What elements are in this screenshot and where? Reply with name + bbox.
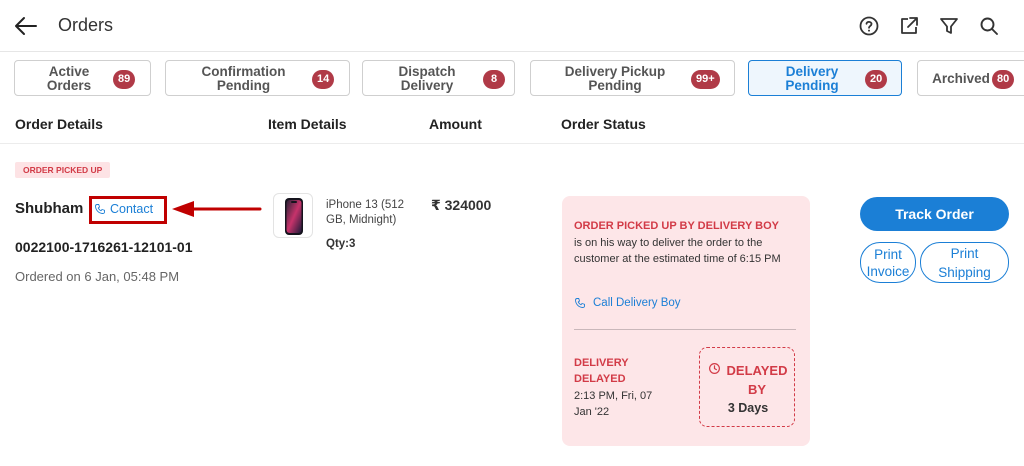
product-image [273,193,313,238]
help-icon[interactable] [857,14,881,38]
tab-label: Delivery Pending [785,64,839,93]
tab-label: Delivery Pickup Pending [564,64,666,93]
order-status-card: ORDER PICKED UP BY DELIVERY BOY is on hi… [562,196,810,446]
count-badge: 20 [865,70,888,89]
tab-label: Archived [932,71,990,86]
order-status-tabs: Active Orders 89 Confirmation Pending 14… [0,60,1024,98]
card-divider [574,329,796,330]
count-badge: 80 [992,70,1015,89]
tab-label: Active Orders [46,64,92,93]
product-quantity: Qty:3 [326,238,356,250]
track-order-button[interactable]: Track Order [860,197,1009,231]
tab-archived[interactable]: Archived 80 [917,60,1024,96]
header-divider [0,143,1024,144]
tab-confirmation-pending[interactable]: Confirmation Pending 14 [165,60,350,96]
delivery-delayed-time: 2:13 PM, Fri, 07 Jan '22 [574,390,653,418]
back-arrow-icon[interactable] [12,12,40,40]
app-header: Orders [0,0,1024,52]
delayed-by-value: 3 Days [727,401,769,415]
status-message: is on his way to deliver the order to th… [574,237,781,265]
order-id: 0022100-1716261-12101-01 [15,239,193,255]
contact-label: Contact [110,202,154,216]
tab-delivery-pickup-pending[interactable]: Delivery Pickup Pending 99+ [530,60,735,96]
call-label: Call Delivery Boy [593,297,681,309]
search-icon[interactable] [977,14,1001,38]
count-badge: 89 [113,70,136,89]
tab-dispatch-delivery[interactable]: Dispatch Delivery 8 [362,60,515,96]
order-amount: ₹ 324000 [431,197,492,213]
order-status-tag: ORDER PICKED UP [15,162,111,178]
call-delivery-boy-link[interactable]: Call Delivery Boy [574,297,681,309]
customer-name: Shubham [15,200,84,217]
tab-delivery-pending[interactable]: Delivery Pending 20 [748,60,902,96]
column-header-order-status: Order Status [561,116,646,132]
tab-label: Dispatch Delivery [398,64,456,93]
column-header-item-details: Item Details [268,116,347,132]
annotation-arrow-icon [172,201,262,217]
page-title: Orders [58,15,114,35]
filter-icon[interactable] [937,14,961,38]
delivery-delayed-title: DELIVERY DELAYED [574,357,629,385]
tab-label: Confirmation Pending [201,64,286,93]
phone-icon [95,204,105,214]
delayed-by-box: DELAYED BY 3 Days [699,347,795,427]
count-badge: 8 [483,70,505,89]
print-shipping-label-button[interactable]: Print Shipping Label [920,242,1009,283]
product-name: iPhone 13 (512 GB, Midnight) [326,199,405,226]
print-invoice-button[interactable]: Print Invoice [860,242,916,283]
status-title: ORDER PICKED UP BY DELIVERY BOY [574,220,779,232]
ordered-date: Ordered on 6 Jan, 05:48 PM [15,269,180,284]
column-header-amount: Amount [429,116,482,132]
export-icon[interactable] [897,14,921,38]
count-badge: 14 [312,70,335,89]
phone-icon [575,298,585,308]
delayed-by-label: DELAYED BY [726,363,788,397]
contact-link[interactable]: Contact [94,202,153,216]
column-header-order-details: Order Details [15,116,103,132]
count-badge: 99+ [691,70,720,89]
tab-active-orders[interactable]: Active Orders 89 [14,60,151,96]
phone-product-icon [285,198,303,235]
